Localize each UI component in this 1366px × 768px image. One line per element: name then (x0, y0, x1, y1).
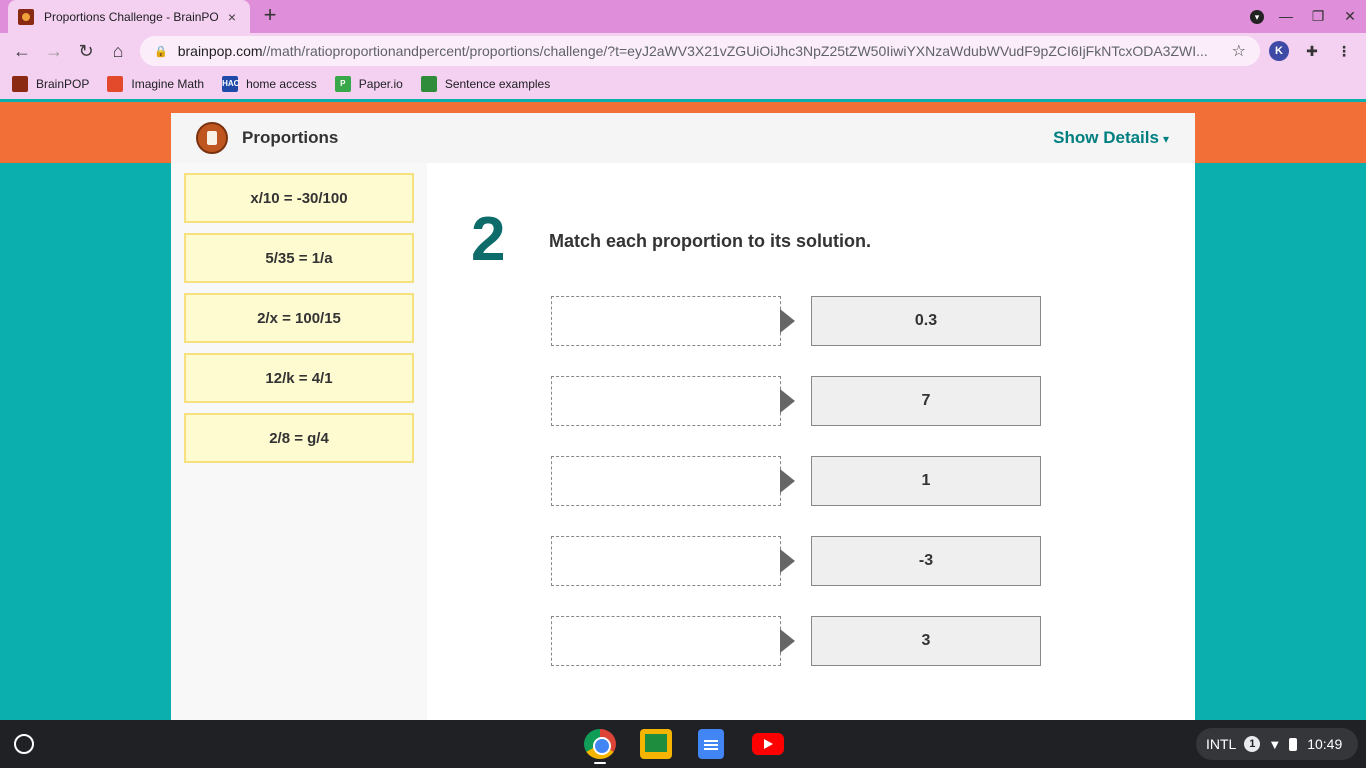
home-icon[interactable]: ⌂ (106, 39, 130, 63)
answer-chip[interactable]: 5/35 = 1/a (184, 233, 414, 283)
brainpop-favicon-icon (18, 8, 34, 25)
tab-strip: Proportions Challenge - BrainPOP × + ▾ —… (0, 0, 1366, 33)
address-bar[interactable]: 🔒 brainpop.com//math/ratioproportionandp… (140, 36, 1260, 66)
browser-tab[interactable]: Proportions Challenge - BrainPOP × (8, 0, 250, 33)
wifi-icon: ▼ (1268, 736, 1282, 752)
extensions-puzzle-icon[interactable]: ✚ (1302, 41, 1322, 61)
bookmarks-bar: BrainPOP Imagine Math HAC home access P … (0, 69, 1366, 99)
input-method-label: INTL (1206, 736, 1237, 752)
lock-icon: 🔒 (154, 45, 168, 58)
status-tray[interactable]: INTL 1 ▼ 10:49 (1196, 728, 1358, 760)
challenge-card: Proportions Show Details ▾ x/10 = -30/100… (171, 113, 1195, 720)
close-tab-icon[interactable]: × (224, 9, 240, 25)
solution-box: -3 (811, 536, 1041, 586)
answer-chip[interactable]: 2/8 = g/4 (184, 413, 414, 463)
imagine-math-icon (107, 76, 124, 92)
active-app-indicator (594, 762, 606, 764)
bookmark-label: Paper.io (358, 77, 403, 91)
minimize-icon[interactable]: — (1275, 6, 1297, 26)
google-docs-icon[interactable] (698, 729, 724, 759)
bookmark-brainpop[interactable]: BrainPOP (12, 76, 89, 92)
tab-search-icon[interactable]: ▾ (1246, 6, 1268, 26)
bookmark-sentence-examples[interactable]: Sentence examples (420, 76, 551, 92)
k-extension-icon[interactable]: K (1269, 41, 1289, 61)
battery-icon (1289, 737, 1298, 751)
hac-icon: HAC (222, 76, 239, 92)
clock: 10:49 (1307, 736, 1343, 752)
solution-box: 0.3 (811, 296, 1041, 346)
new-tab-button[interactable]: + (258, 4, 282, 28)
launcher-icon[interactable] (14, 734, 34, 754)
question-text: Match each proportion to its solution. (549, 231, 871, 251)
bookmark-star-icon[interactable]: ☆ (1232, 41, 1246, 61)
bookmark-home-access[interactable]: HAC home access (222, 76, 317, 92)
bookmark-label: Sentence examples (444, 77, 551, 91)
answer-chip[interactable]: 12/k = 4/1 (184, 353, 414, 403)
question-number: 2 (471, 205, 506, 274)
solution-box: 1 (811, 456, 1041, 506)
google-classroom-icon[interactable] (640, 729, 672, 759)
solution-box: 7 (811, 376, 1041, 426)
page-title: Proportions (242, 128, 339, 147)
answer-chip[interactable]: 2/x = 100/15 (184, 293, 414, 343)
chrome-icon[interactable] (584, 729, 616, 759)
url-path: //math/ratioproportionandpercent/proport… (262, 43, 1208, 59)
sentence-icon (420, 76, 437, 92)
drop-zone[interactable] (551, 616, 781, 666)
arrow-right-icon (780, 469, 795, 493)
drop-zone[interactable] (551, 376, 781, 426)
back-icon[interactable]: ← (10, 39, 34, 63)
url-host: brainpop.com (177, 43, 263, 59)
card-header: Proportions Show Details ▾ (171, 113, 1195, 163)
browser-menu-icon[interactable]: ⋮ (1334, 41, 1354, 61)
bookmark-paperio[interactable]: P Paper.io (334, 76, 403, 92)
show-details-button[interactable]: Show Details ▾ (1053, 128, 1169, 148)
maximize-icon[interactable]: ❐ (1307, 6, 1329, 26)
answer-chip[interactable]: x/10 = -30/100 (184, 173, 414, 223)
bookmark-label: home access (246, 77, 317, 91)
arrow-right-icon (780, 629, 795, 653)
answer-bank: x/10 = -30/100 5/35 = 1/a 2/x = 100/15 1… (171, 163, 427, 720)
tab-title: Proportions Challenge - BrainPOP (44, 9, 218, 24)
paperio-icon: P (334, 76, 351, 92)
forward-icon[interactable]: → (42, 39, 66, 63)
browser-toolbar: ← → ↻ ⌂ 🔒 brainpop.com//math/ratiopropor… (0, 33, 1366, 69)
url-text: brainpop.com//math/ratioproportionandper… (178, 43, 1218, 59)
drop-zone[interactable] (551, 536, 781, 586)
bookmark-imagine-math[interactable]: Imagine Math (107, 76, 204, 92)
solution-box: 3 (811, 616, 1041, 666)
bookmark-label: BrainPOP (36, 77, 90, 91)
brainpop-logo-icon (196, 122, 228, 154)
taskbar: INTL 1 ▼ 10:49 (0, 720, 1366, 768)
bookmark-label: Imagine Math (131, 77, 205, 91)
brainpop-icon (12, 76, 28, 92)
chevron-down-icon: ▾ (1162, 132, 1169, 146)
arrow-right-icon (780, 389, 795, 413)
close-window-icon[interactable]: ✕ (1339, 6, 1361, 26)
drop-zone[interactable] (551, 296, 781, 346)
drop-zone[interactable] (551, 456, 781, 506)
show-details-label: Show Details (1053, 128, 1159, 147)
arrow-right-icon (780, 309, 795, 333)
youtube-icon[interactable] (752, 733, 784, 755)
reload-icon[interactable]: ↻ (74, 39, 98, 63)
notification-badge: 1 (1244, 736, 1261, 752)
arrow-right-icon (780, 549, 795, 573)
